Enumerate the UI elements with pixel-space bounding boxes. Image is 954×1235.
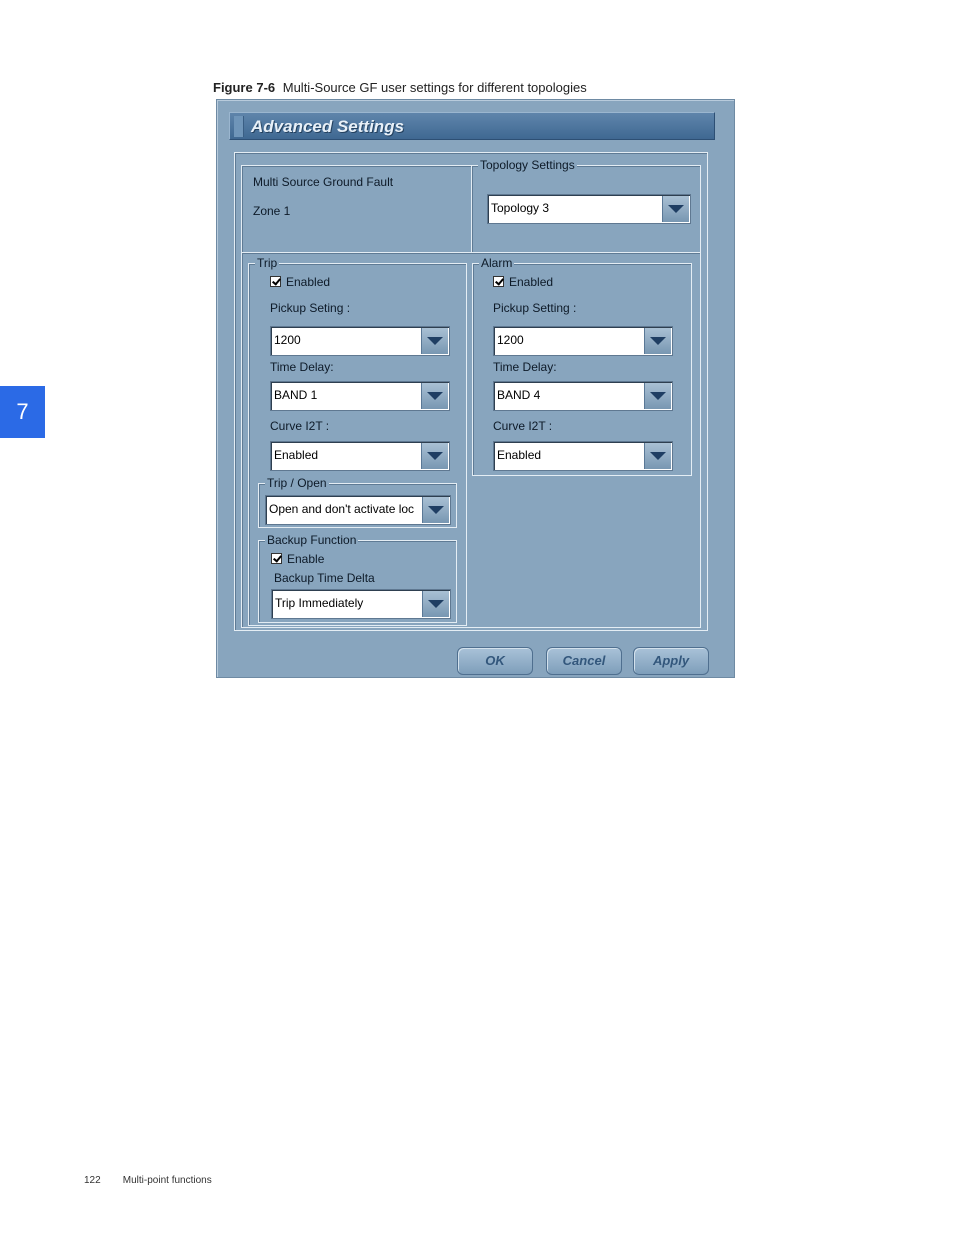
backup-enable-checkbox[interactable]: Enable (271, 552, 324, 566)
alarm-delay-select[interactable]: BAND 4 (493, 381, 673, 411)
trip-pickup-select[interactable]: 1200 (270, 326, 450, 356)
chevron-down-icon (427, 337, 443, 345)
alarm-pickup-label: Pickup Setting : (493, 301, 577, 315)
backup-delta-value: Trip Immediately (275, 596, 364, 610)
trip-enabled-label: Enabled (286, 275, 331, 289)
titlebar-stripe (234, 116, 244, 137)
backup-enable-label: Enable (287, 552, 325, 566)
chevron-down-icon (650, 452, 666, 460)
trip-open-dropdown-button[interactable] (422, 497, 449, 523)
alarm-pickup-dropdown-button[interactable] (644, 328, 671, 354)
alarm-pickup-value: 1200 (497, 333, 524, 347)
checkbox-checked-icon (270, 276, 281, 287)
chevron-down-icon (650, 337, 666, 345)
topology-settings-legend: Topology Settings (478, 157, 577, 173)
alarm-group: Alarm Enabled Pickup Setting : 1200 Time… (472, 255, 692, 476)
alarm-delay-dropdown-button[interactable] (644, 383, 671, 409)
topology-dropdown-button[interactable] (662, 196, 689, 222)
trip-delay-select[interactable]: BAND 1 (270, 381, 450, 411)
trip-open-legend: Trip / Open (265, 475, 329, 491)
alarm-legend: Alarm (479, 255, 515, 271)
trip-open-select[interactable]: Open and don't activate loc (265, 495, 451, 525)
dialog-titlebar: Advanced Settings (229, 112, 715, 140)
chevron-down-icon (428, 506, 444, 514)
chevron-down-icon (427, 392, 443, 400)
trip-group: Trip Enabled Pickup Seting : 1200 Time D… (248, 255, 467, 626)
chevron-down-icon (428, 600, 444, 608)
backup-delta-label: Backup Time Delta (274, 571, 375, 585)
figure-caption: Figure 7-6 Multi-Source GF user settings… (213, 80, 587, 95)
backup-delta-dropdown-button[interactable] (422, 591, 449, 617)
trip-curve-label: Curve I2T : (270, 419, 330, 433)
trip-pickup-value: 1200 (274, 333, 301, 347)
dialog-title: Advanced Settings (251, 117, 405, 136)
page-footer: 122 Multi-point functions (84, 1175, 212, 1186)
backup-function-group: Backup Function Enable Backup Time Delta… (258, 532, 457, 623)
footer-section: Multi-point functions (122, 1175, 212, 1186)
figure-number: Figure 7-6 (213, 80, 276, 95)
trip-curve-dropdown-button[interactable] (421, 443, 448, 469)
advanced-settings-dialog: Advanced Settings Multi Source Ground Fa… (216, 99, 735, 678)
chevron-down-icon (650, 392, 666, 400)
chevron-down-icon (668, 205, 684, 213)
checkbox-checked-icon (493, 276, 504, 287)
trip-delay-label: Time Delay: (270, 360, 334, 374)
topology-select[interactable]: Topology 3 (487, 194, 691, 224)
checkbox-checked-icon (271, 553, 282, 564)
zone-info-panel: Multi Source Ground Fault Zone 1 (241, 165, 472, 253)
trip-curve-select[interactable]: Enabled (270, 441, 450, 471)
trip-pickup-dropdown-button[interactable] (421, 328, 448, 354)
backup-delta-select[interactable]: Trip Immediately (271, 589, 451, 619)
trip-legend: Trip (255, 255, 280, 271)
page-number: 122 (84, 1175, 101, 1186)
alarm-delay-label: Time Delay: (493, 360, 557, 374)
trip-curve-value: Enabled (274, 448, 319, 462)
trip-pickup-label: Pickup Seting : (270, 301, 351, 315)
chapter-tab: 7 (0, 386, 45, 438)
topology-settings-group: Topology Settings Topology 3 (471, 157, 701, 253)
alarm-curve-dropdown-button[interactable] (644, 443, 671, 469)
trip-enabled-checkbox[interactable]: Enabled (270, 275, 330, 289)
ok-button[interactable]: OK (457, 647, 533, 675)
trip-delay-dropdown-button[interactable] (421, 383, 448, 409)
backup-function-legend: Backup Function (265, 532, 359, 548)
fault-type-label: Multi Source Ground Fault (253, 175, 394, 189)
chevron-down-icon (427, 452, 443, 460)
apply-button[interactable]: Apply (633, 647, 709, 675)
cancel-button[interactable]: Cancel (546, 647, 622, 675)
alarm-curve-value: Enabled (497, 448, 542, 462)
trip-open-group: Trip / Open Open and don't activate loc (258, 475, 457, 528)
alarm-enabled-label: Enabled (509, 275, 554, 289)
alarm-pickup-select[interactable]: 1200 (493, 326, 673, 356)
zone-label: Zone 1 (253, 204, 291, 218)
topology-select-value: Topology 3 (491, 201, 550, 215)
trip-open-value: Open and don't activate loc (269, 502, 415, 516)
alarm-curve-select[interactable]: Enabled (493, 441, 673, 471)
trip-delay-value: BAND 1 (274, 388, 318, 402)
alarm-enabled-checkbox[interactable]: Enabled (493, 275, 553, 289)
figure-caption-text: Multi-Source GF user settings for differ… (282, 80, 587, 95)
alarm-delay-value: BAND 4 (497, 388, 541, 402)
alarm-curve-label: Curve I2T : (493, 419, 553, 433)
